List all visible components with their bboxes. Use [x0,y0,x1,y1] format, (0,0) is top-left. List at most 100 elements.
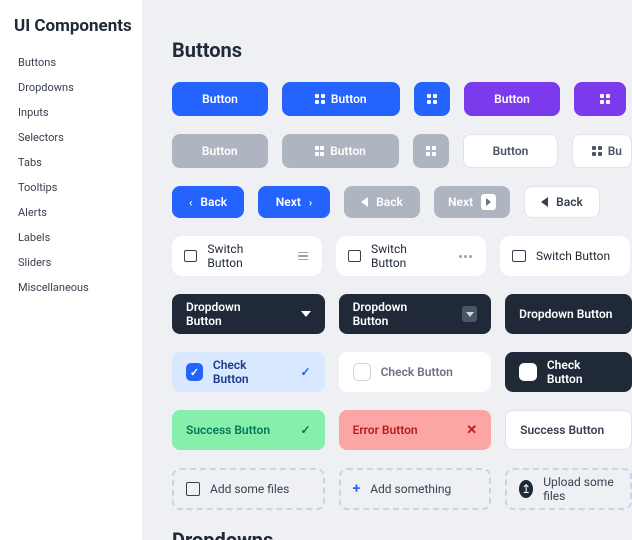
sidebar-item-sliders[interactable]: Sliders [14,250,132,275]
error-button[interactable]: Error Button ✕ [339,410,492,450]
back-button[interactable]: ‹ Back [172,186,244,218]
sidebar-item-tooltips[interactable]: Tooltips [14,175,132,200]
add-files-button[interactable]: Add some files [172,468,325,510]
checkbox-icon [519,363,537,381]
back-label: Back [556,195,583,209]
checkbox-icon: ✓ [186,363,203,381]
back-label: Back [376,195,403,209]
section-title-buttons: Buttons [172,38,632,62]
button-disabled-icon-only[interactable] [413,134,449,168]
button-primary[interactable]: Button [172,82,268,116]
next-button[interactable]: Next › [258,186,330,218]
button-primary-icon-only[interactable] [414,82,450,116]
upload-files-button[interactable]: ↥ Upload some files [505,468,632,510]
checkbox-icon [353,363,371,381]
button-label: Button [331,92,367,106]
button-label: Bu [608,144,622,158]
sidebar-title: UI Components [14,16,132,36]
grid-icon [426,146,436,156]
button-row-nav: ‹ Back Next › Back Next Back [172,186,632,218]
switch-button-dots[interactable]: Switch Button [336,236,486,276]
button-row-primary: Button Button Button [172,82,632,116]
add-button-row: Add some files + Add something ↥ Upload … [172,468,632,510]
folder-icon [512,250,526,262]
sidebar-item-tabs[interactable]: Tabs [14,150,132,175]
check-button-checked[interactable]: ✓ Check Button ✓ [172,352,325,392]
success-button-outline[interactable]: Success Button [505,410,632,450]
button-label: Button [493,144,529,158]
switch-button-label: Switch Button [371,242,439,270]
button-row-muted: Button Button Button Bu [172,134,632,168]
next-label: Next [276,195,301,209]
checkmark-icon: ✓ [301,423,311,437]
success-button[interactable]: Success Button ✓ [172,410,325,450]
add-something-button[interactable]: + Add something [339,468,492,510]
grid-icon [600,94,610,104]
sidebar-item-selectors[interactable]: Selectors [14,125,132,150]
button-outline[interactable]: Button [463,134,559,168]
dropdown-button-row: Dropdown Button Dropdown Button Dropdown… [172,294,632,334]
checkmark-icon: ✓ [301,365,311,379]
error-button-label: Error Button [353,423,418,437]
close-icon: ✕ [466,423,477,438]
grid-icon [427,94,437,104]
check-button-unchecked[interactable]: Check Button [339,352,492,392]
back-button-disabled[interactable]: Back [344,186,420,218]
chevron-left-icon [541,197,548,207]
success-button-label: Success Button [186,423,270,437]
check-button-label: Check Button [381,365,453,379]
chevron-down-icon [301,311,311,317]
file-icon [186,482,200,496]
folder-icon [348,250,361,262]
add-files-label: Add some files [210,482,289,496]
button-label: Button [494,92,530,106]
switch-button-label: Switch Button [207,242,278,270]
button-disabled-icon[interactable]: Button [282,134,399,168]
sidebar-item-inputs[interactable]: Inputs [14,100,132,125]
next-button-disabled[interactable]: Next [434,186,510,218]
check-button-label: Check Button [213,358,281,386]
folder-icon [184,250,197,262]
button-primary-icon[interactable]: Button [282,82,400,116]
sidebar-item-buttons[interactable]: Buttons [14,50,132,75]
button-label: Button [202,144,238,158]
upload-files-label: Upload some files [543,475,618,503]
add-something-label: Add something [370,482,451,496]
dropdown-button-alt[interactable]: Dropdown Button [339,294,492,334]
sidebar-item-labels[interactable]: Labels [14,225,132,250]
sidebar: UI Components Buttons Dropdowns Inputs S… [0,0,142,540]
switch-button-label: Switch Button [536,249,610,263]
sidebar-item-dropdowns[interactable]: Dropdowns [14,75,132,100]
button-secondary-icon[interactable] [574,82,626,116]
dropdown-button-label: Dropdown Button [353,300,439,328]
switch-button-row: Switch Button Switch Button Switch Butto… [172,236,632,276]
back-label: Back [200,195,227,209]
chevron-down-icon [462,306,477,322]
switch-button-menu[interactable]: Switch Button [172,236,322,276]
button-label: Button [330,144,366,158]
sidebar-item-miscellaneous[interactable]: Miscellaneous [14,275,132,300]
success-button-label: Success Button [520,423,604,437]
back-button-outline[interactable]: Back [524,186,600,218]
plus-icon: + [353,481,361,497]
button-disabled[interactable]: Button [172,134,268,168]
dropdown-button-plain[interactable]: Dropdown Button [505,294,632,334]
chevron-left-icon [361,197,368,207]
check-button-row: ✓ Check Button ✓ Check Button Check Butt… [172,352,632,392]
check-button-dark[interactable]: Check Button [505,352,632,392]
grid-icon [592,146,602,156]
section-title-dropdowns: Dropdowns [172,528,632,540]
check-button-label: Check Button [547,358,618,386]
menu-icon [298,252,308,261]
sidebar-item-alerts[interactable]: Alerts [14,200,132,225]
button-outline-icon[interactable]: Bu [572,134,632,168]
grid-icon [315,146,325,156]
dropdown-button-label: Dropdown Button [186,300,277,328]
button-secondary[interactable]: Button [464,82,560,116]
chevron-right-icon: › [309,196,312,209]
switch-button[interactable]: Switch Button [500,236,630,276]
play-icon [481,194,496,210]
button-label: Button [202,92,238,106]
dropdown-button[interactable]: Dropdown Button [172,294,325,334]
more-icon [459,255,472,258]
